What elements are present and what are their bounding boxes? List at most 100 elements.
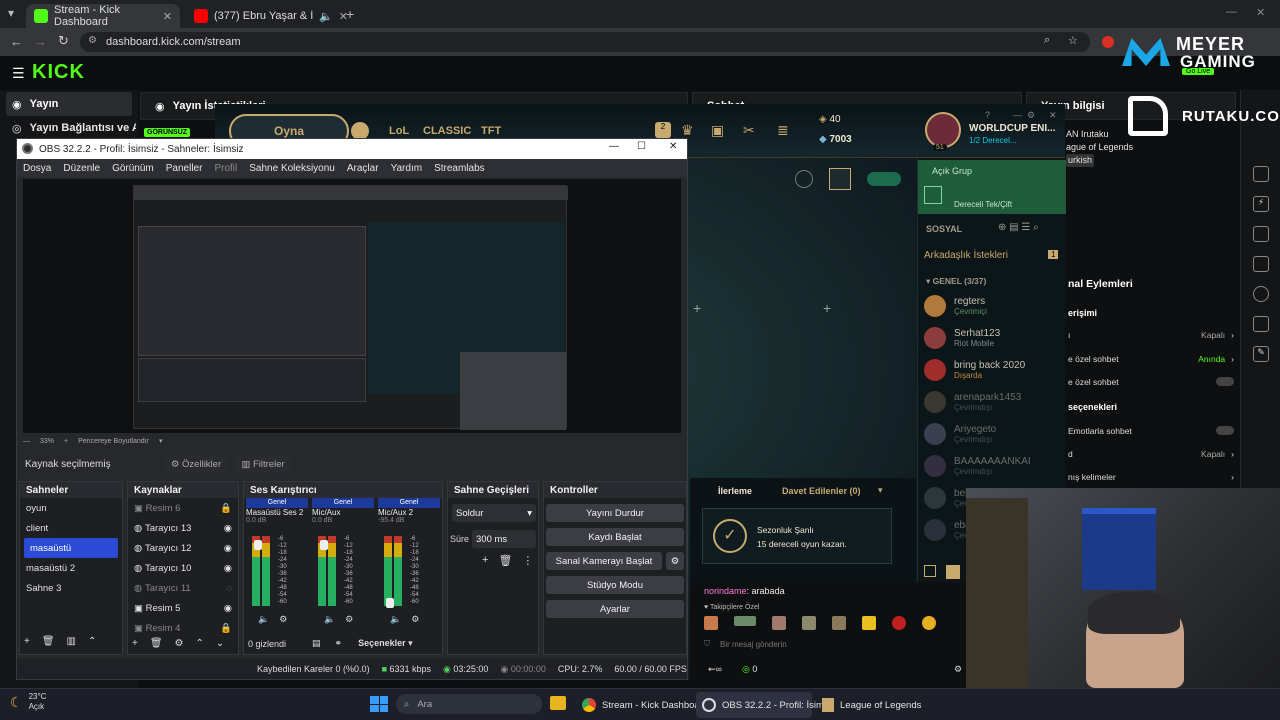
toggle-switch[interactable] — [1216, 426, 1234, 435]
emote-icon[interactable] — [832, 616, 846, 630]
extension-icon[interactable] — [1102, 36, 1114, 48]
tab-search-icon[interactable]: ▾ — [8, 6, 14, 20]
eye-slash-icon[interactable]: ◌ — [226, 583, 232, 594]
channel-name[interactable]: Masaüstü Ses 2 — [244, 508, 310, 517]
menu-file[interactable]: Dosya — [23, 163, 51, 174]
collection-icon[interactable]: ≣ — [777, 122, 789, 139]
trash-icon[interactable]: 🗑 — [42, 636, 55, 647]
lobby-icon[interactable] — [829, 168, 851, 190]
filters-button[interactable]: ▥ Filtreler — [235, 455, 291, 473]
minimize-icon[interactable]: — — [1013, 110, 1022, 120]
zoom-icon[interactable]: ⌕ — [1044, 34, 1050, 47]
studio-mode-button[interactable]: Stüdyo Modu — [546, 576, 684, 594]
eye-icon[interactable]: ◉ — [224, 603, 232, 614]
action-row[interactable]: e özel sohbet Anında › — [1068, 354, 1234, 364]
source-item[interactable]: ▣ Resim 6 🔒 — [128, 498, 238, 518]
url-field[interactable]: ⚙ dashboard.kick.com/stream ⌕ ☆ — [80, 32, 1090, 52]
friend-row[interactable]: regters Çevrimiçi — [918, 290, 1066, 322]
chest-icon[interactable]: ▣ — [711, 122, 724, 139]
friend-row[interactable]: Serhat123 Riot Mobile — [918, 322, 1066, 354]
scene-item-selected[interactable]: masaüstü — [24, 538, 118, 558]
taskbar-item-obs[interactable]: OBS 32.2.2 - Profil: İsim — [696, 692, 824, 718]
close-icon[interactable]: ✕ — [669, 141, 677, 152]
start-button[interactable] — [370, 696, 388, 712]
chevron-down-icon[interactable]: ▾ — [159, 437, 163, 445]
source-item[interactable]: ◍ Tarayıcı 13 ◉ — [128, 518, 238, 538]
friend-row[interactable]: Ariyegeto Çevrimdışı — [918, 418, 1066, 450]
rail-icon-box[interactable] — [1253, 316, 1269, 332]
zoom-out-icon[interactable]: — — [23, 438, 30, 445]
settings-icon[interactable]: ⚙ — [345, 614, 353, 625]
close-window-icon[interactable]: ✕ — [1256, 6, 1265, 19]
volume-fader[interactable] — [386, 598, 394, 608]
action-row[interactable]: Emotlarla sohbet — [1068, 426, 1234, 436]
settings-button[interactable]: Ayarlar — [546, 600, 684, 618]
add-icon[interactable]: + — [132, 638, 138, 649]
toggle-switch[interactable] — [1216, 377, 1234, 386]
chat-settings-icon[interactable]: ⚙ — [954, 664, 962, 675]
chevron-down-icon[interactable]: ▾ — [878, 485, 883, 496]
link-icon[interactable]: ⚭ — [335, 638, 343, 649]
sidebar-item-stream[interactable]: ◉ Yayın — [6, 92, 132, 116]
start-virtual-camera-button[interactable]: Sanal Kamerayı Başlat — [546, 552, 662, 570]
tab-invited[interactable]: Davet Edilenler (0) — [782, 486, 861, 496]
back-icon[interactable]: ← — [10, 34, 23, 49]
options-dropdown[interactable]: Seçenekler ▾ — [358, 638, 413, 649]
speaker-icon[interactable]: 🔈 — [324, 614, 335, 625]
file-explorer-icon[interactable] — [550, 696, 566, 710]
friend-requests-row[interactable]: Arkadaşlık İstekleri — [924, 250, 1008, 261]
source-item[interactable]: ◍ Tarayıcı 12 ◉ — [128, 538, 238, 558]
tab-progress[interactable]: İlerleme — [718, 486, 752, 496]
store-badge[interactable]: 2 — [655, 122, 671, 138]
menu-view[interactable]: Görünüm — [112, 163, 154, 174]
forward-icon[interactable]: → — [34, 34, 47, 49]
add-icon[interactable]: + — [24, 636, 30, 647]
close-tab-icon[interactable]: ✕ — [163, 10, 172, 23]
source-item[interactable]: ▣ Resim 5 ◉ — [128, 598, 238, 618]
move-up-icon[interactable]: ⌃ — [196, 638, 204, 649]
friends-group-header[interactable]: ▾ GENEL (3/37) — [926, 276, 986, 287]
rail-icon-target[interactable] — [1253, 286, 1269, 302]
trash-icon[interactable]: 🗑 — [150, 638, 163, 649]
move-down-icon[interactable]: ⌄ — [216, 638, 224, 649]
settings-icon[interactable]: ⚙ — [279, 614, 287, 625]
tab-youtube[interactable]: (377) Ebru Yaşar & İsmail Yi 🔈 ✕ — [186, 4, 356, 28]
speaker-icon[interactable]: 🔈 — [390, 614, 401, 625]
action-row[interactable]: ı Kapalı › — [1068, 330, 1234, 340]
filter-icon[interactable]: ▥ — [67, 636, 76, 647]
add-player-icon[interactable]: + — [693, 300, 701, 316]
chat-input[interactable]: ⛉ Bir mesaj gönderin — [704, 636, 954, 652]
menu-streamlabs[interactable]: Streamlabs — [434, 163, 485, 174]
eye-icon[interactable]: ◉ — [224, 563, 232, 574]
layout-icon[interactable]: ▤ — [312, 638, 321, 649]
notification-icon[interactable] — [946, 565, 960, 579]
tab-tft[interactable]: TFT — [481, 125, 501, 137]
emote-icon[interactable] — [922, 616, 936, 630]
volume-fader[interactable] — [254, 540, 262, 550]
eye-icon[interactable]: ◉ — [224, 543, 232, 554]
crafting-icon[interactable]: ✂ — [743, 122, 755, 139]
menu-tools[interactable]: Araçlar — [347, 163, 379, 174]
rail-icon-wrench[interactable]: ✎ — [1253, 346, 1269, 362]
emote-icon[interactable] — [704, 616, 718, 630]
tab-lol[interactable]: LoL — [389, 125, 409, 137]
lobby-icon[interactable] — [795, 170, 813, 188]
taskbar-item-chrome[interactable]: Stream - Kick Dashboard — [576, 692, 708, 718]
source-item[interactable]: ▣ Resim 4 🔒 — [128, 618, 238, 638]
menu-edit[interactable]: Düzenle — [63, 163, 100, 174]
obs-preview[interactable] — [23, 179, 681, 433]
reload-icon[interactable]: ↻ — [58, 33, 69, 49]
close-icon[interactable]: ✕ — [1049, 110, 1057, 121]
source-item[interactable]: ◍ Tarayıcı 11 ◌ — [128, 578, 238, 598]
site-info-icon[interactable]: ⚙ — [88, 35, 97, 46]
maximize-icon[interactable]: ☐ — [637, 141, 646, 152]
virtual-camera-settings-icon[interactable]: ⚙ — [666, 552, 684, 570]
stop-streaming-button[interactable]: Yayını Durdur — [546, 504, 684, 522]
duration-stepper[interactable]: 300 ms — [472, 530, 536, 548]
lock-icon[interactable]: 🔒 — [220, 623, 232, 634]
tab-kick-dashboard[interactable]: Stream - Kick Dashboard ✕ — [26, 4, 180, 28]
crown-icon[interactable]: ♛ — [681, 122, 694, 139]
volume-fader[interactable] — [320, 540, 328, 550]
add-player-icon[interactable]: + — [823, 300, 831, 316]
emote-icon[interactable] — [862, 616, 876, 630]
